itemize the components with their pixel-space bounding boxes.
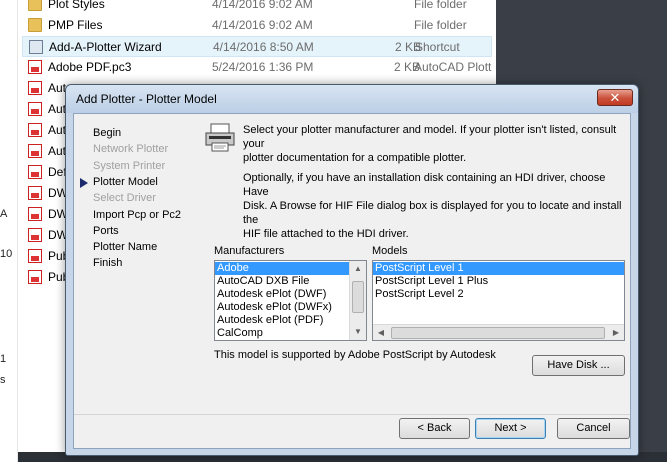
pc3-file-icon <box>28 144 42 158</box>
scroll-thumb[interactable] <box>352 281 364 313</box>
file-size: 2 KB <box>394 40 421 54</box>
wizard-step: Begin <box>93 127 122 139</box>
pc3-file-icon <box>28 186 42 200</box>
shortcut-icon <box>29 40 43 54</box>
models-listbox[interactable]: PostScript Level 1 PostScript Level 1 Plu… <box>372 260 625 341</box>
wizard-step: Select Driver <box>93 192 156 205</box>
pc3-file-icon <box>28 270 42 284</box>
hdi-text: Optionally, if you have an installation … <box>243 171 630 241</box>
file-name: Def <box>48 165 67 179</box>
navigation-pane-edge: A 10 1 s <box>0 0 18 462</box>
manufacturer-item[interactable]: AutoCAD DXB File <box>215 275 349 288</box>
pc3-file-icon <box>28 102 42 116</box>
pc3-file-icon <box>28 165 42 179</box>
manufacturers-label: Manufacturers <box>214 245 285 257</box>
add-plotter-dialog: Add Plotter - Plotter Model ✕ Begin Netwo… <box>65 84 639 456</box>
manufacturer-item[interactable]: Autodesk ePlot (DWFx) <box>215 301 349 314</box>
wizard-step: Network Plotter <box>93 143 169 156</box>
file-row[interactable]: Plot Styles 4/14/2016 9:02 AM File folder <box>22 0 492 15</box>
nav-edge-text: A <box>0 208 8 220</box>
file-date: 4/14/2016 9:02 AM <box>212 0 313 11</box>
file-row[interactable]: Adobe PDF.pc3 5/24/2016 1:36 PM 2 KB AutoCA… <box>22 57 498 78</box>
file-size: 2 KB <box>393 60 420 74</box>
dialog-client-area: Begin Network Plotter System Printer Plotte… <box>73 113 631 449</box>
nav-edge-text: 1 <box>0 353 7 365</box>
scroll-right-icon[interactable]: ▶ <box>608 325 624 340</box>
wizard-step: Ports <box>93 224 119 237</box>
scroll-up-icon[interactable]: ▲ <box>350 261 366 277</box>
wizard-step: Plotter Model <box>93 175 158 188</box>
pc3-file-icon <box>28 249 42 263</box>
nav-edge-text: s <box>0 374 6 386</box>
pc3-file-icon <box>28 123 42 137</box>
plotter-icon <box>205 123 235 152</box>
have-disk-button[interactable]: Have Disk ... <box>532 355 625 376</box>
manufacturer-item[interactable]: Hewlett-Packard <box>215 340 349 341</box>
models-horizontal-scrollbar[interactable]: ◀ ▶ <box>373 324 624 340</box>
pc3-file-icon <box>28 207 42 221</box>
button-separator <box>74 414 630 415</box>
model-item[interactable]: PostScript Level 1 Plus <box>373 275 624 288</box>
scroll-left-icon[interactable]: ◀ <box>373 325 389 340</box>
pc3-file-icon <box>28 81 42 95</box>
intro-line: Select your plotter manufacturer and mod… <box>243 124 617 150</box>
next-button[interactable]: Next > <box>475 418 546 439</box>
file-name: Aut <box>48 102 67 116</box>
file-date: 5/24/2016 1:36 PM <box>212 60 314 74</box>
file-row[interactable]: PMP Files 4/14/2016 9:02 AM File folder <box>22 15 492 36</box>
file-type: File folder <box>414 0 467 11</box>
file-name: PMP Files <box>48 18 103 32</box>
scroll-thumb[interactable] <box>391 327 605 339</box>
dialog-titlebar[interactable]: Add Plotter - Plotter Model ✕ <box>66 85 638 113</box>
model-item[interactable]: PostScript Level 1 <box>373 262 624 275</box>
wizard-step: System Printer <box>93 159 166 172</box>
pc3-file-icon <box>28 60 42 74</box>
manufacturer-item[interactable]: Adobe <box>215 262 349 275</box>
file-name: Plot Styles <box>48 0 105 11</box>
folder-icon <box>28 0 42 11</box>
file-type: Shortcut <box>415 40 460 54</box>
folder-icon <box>28 18 42 32</box>
models-label: Models <box>372 245 408 257</box>
wizard-step: Plotter Name <box>93 241 158 254</box>
intro-line: plotter documentation for a compatible p… <box>243 152 467 164</box>
file-name: Add-A-Plotter Wizard <box>49 40 162 54</box>
hdi-line: Disk. A Browse for HIF File dialog box i… <box>243 200 622 226</box>
close-button[interactable]: ✕ <box>597 89 633 106</box>
models-items: PostScript Level 1 PostScript Level 1 Plu… <box>373 261 624 301</box>
close-icon: ✕ <box>609 90 621 105</box>
file-name: Aut <box>48 123 67 137</box>
file-type: AutoCAD Plotte <box>414 60 499 74</box>
manufacturer-item[interactable]: CalComp <box>215 327 349 340</box>
file-name: Aut <box>48 81 67 95</box>
wizard-step: Finish <box>93 257 123 270</box>
back-button[interactable]: < Back <box>399 418 470 439</box>
manufacturer-item[interactable]: Autodesk ePlot (PDF) <box>215 314 349 327</box>
manufacturers-items: Adobe AutoCAD DXB File Autodesk ePlot (DWF… <box>215 261 366 341</box>
model-item[interactable]: PostScript Level 2 <box>373 288 624 301</box>
hdi-line: Optionally, if you have an installation … <box>243 172 606 198</box>
wizard-step: Import Pcp or Pc2 <box>93 208 182 221</box>
file-type: File folder <box>414 18 467 32</box>
manufacturers-scrollbar[interactable]: ▲ ▼ <box>349 261 366 340</box>
manufacturers-listbox[interactable]: Adobe AutoCAD DXB File Autodesk ePlot (DWF… <box>214 260 367 341</box>
dialog-title: Add Plotter - Plotter Model <box>76 92 217 106</box>
file-date: 4/14/2016 8:50 AM <box>213 40 314 54</box>
model-support-text: This model is supported by Adobe PostScr… <box>214 349 496 361</box>
file-row[interactable]: Add-A-Plotter Wizard 4/14/2016 8:50 AM 2 K… <box>22 36 492 57</box>
file-name: Aut <box>48 144 67 158</box>
intro-text: Select your plotter manufacturer and mod… <box>243 123 630 165</box>
hdi-line: HIF file attached to the HDI driver. <box>243 228 409 240</box>
nav-edge-text: 10 <box>0 248 13 260</box>
scroll-down-icon[interactable]: ▼ <box>350 324 366 340</box>
pc3-file-icon <box>28 228 42 242</box>
manufacturer-item[interactable]: Autodesk ePlot (DWF) <box>215 288 349 301</box>
current-step-arrow-icon <box>80 177 88 188</box>
file-name: Adobe PDF.pc3 <box>48 60 132 74</box>
file-date: 4/14/2016 9:02 AM <box>212 18 313 32</box>
cancel-button[interactable]: Cancel <box>557 418 630 439</box>
